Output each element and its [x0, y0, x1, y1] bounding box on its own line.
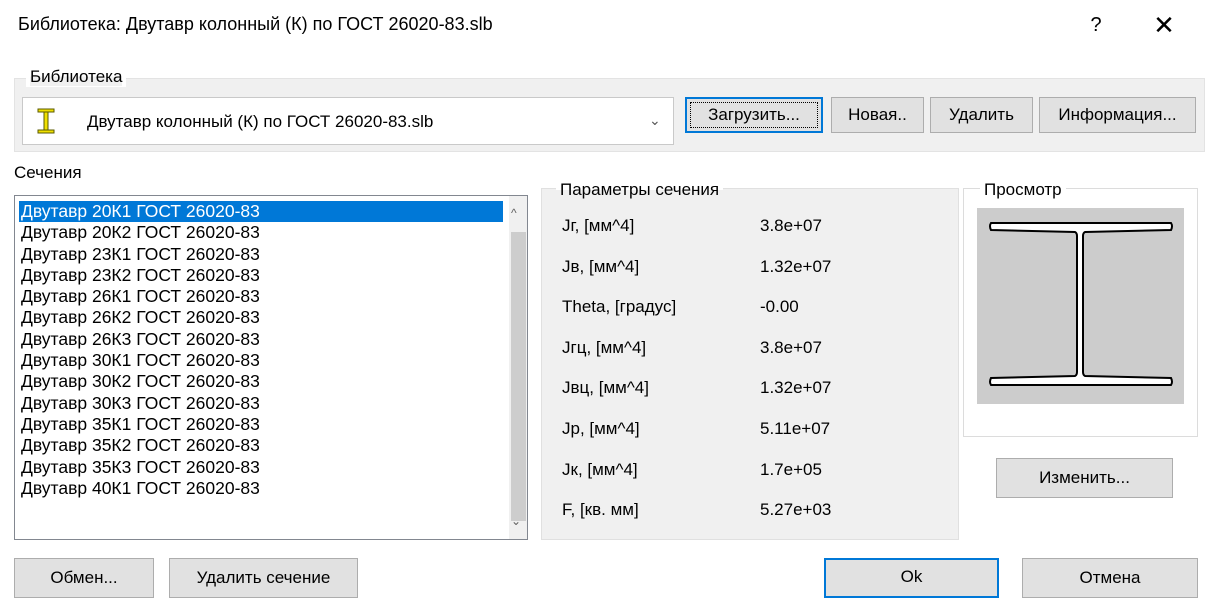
help-button[interactable]: ? [1082, 14, 1110, 37]
param-name: Jвц, [мм^4] [562, 378, 649, 398]
ok-button[interactable]: Ok [824, 558, 999, 598]
param-name: Jв, [мм^4] [562, 256, 640, 276]
param-name: Jр, [мм^4] [562, 419, 640, 438]
list-item[interactable]: Двутавр 30К1 ГОСТ 26020-83 [21, 350, 503, 371]
param-name: Jгц, [мм^4] [562, 337, 647, 357]
new-library-button[interactable]: Новая.. [831, 97, 924, 133]
library-select-value: Двутавр колонный (К) по ГОСТ 26020-83.sl… [87, 112, 434, 131]
list-item[interactable]: Двутавр 20К1 ГОСТ 26020-83 [19, 201, 503, 223]
cancel-button[interactable]: Отмена [1022, 558, 1198, 598]
list-item[interactable]: Двутавр 23К1 ГОСТ 26020-83 [21, 244, 503, 265]
list-item[interactable]: Двутавр 30К3 ГОСТ 26020-83 [21, 393, 503, 414]
sections-label: Сечения [14, 163, 82, 182]
exchange-button[interactable]: Обмен... [14, 558, 154, 598]
param-name: Jг, [мм^4] [562, 216, 635, 235]
sections-list-items: Двутавр 20К1 ГОСТ 26020-83 Двутавр 20К2 Г… [19, 201, 503, 499]
param-name: F, [кв. мм] [562, 500, 639, 520]
delete-section-button[interactable]: Удалить сечение [169, 558, 358, 598]
change-button[interactable]: Изменить... [996, 458, 1173, 498]
list-item[interactable]: Двутавр 20К2 ГОСТ 26020-83 [21, 222, 503, 243]
chevron-down-icon: ⌄ [649, 112, 661, 128]
params-group [541, 188, 959, 540]
list-item[interactable]: Двутавр 35К3 ГОСТ 26020-83 [21, 457, 503, 478]
params-group-label: Параметры сечения [556, 180, 724, 200]
section-preview [977, 208, 1184, 404]
param-value: 3.8e+07 [760, 216, 822, 235]
list-item[interactable]: Двутавр 30К2 ГОСТ 26020-83 [21, 371, 503, 392]
param-value: 1.32e+07 [760, 256, 832, 276]
param-value: -0.00 [760, 297, 799, 317]
param-value: 5.27e+03 [760, 500, 832, 520]
param-value: 1.32e+07 [760, 378, 832, 398]
close-icon: ✕ [1153, 10, 1175, 40]
focus-rect [690, 102, 818, 128]
list-item[interactable]: Двутавр 26К2 ГОСТ 26020-83 [21, 307, 503, 328]
sections-list[interactable]: Двутавр 20К1 ГОСТ 26020-83 Двутавр 20К2 Г… [14, 195, 528, 540]
param-name: Jк, [мм^4] [562, 459, 638, 479]
param-value: 3.8e+07 [760, 337, 822, 357]
scrollbar-thumb[interactable] [511, 232, 526, 521]
list-item[interactable]: Двутавр 26К3 ГОСТ 26020-83 [21, 329, 503, 350]
i-beam-icon [37, 108, 55, 134]
param-name: Theta, [градус] [562, 297, 677, 317]
library-select[interactable]: Двутавр колонный (К) по ГОСТ 26020-83.sl… [22, 97, 674, 145]
load-library-button[interactable]: Загрузить... [685, 97, 823, 133]
scroll-down-icon[interactable]: ⌄ [511, 514, 521, 528]
list-item[interactable]: Двутавр 23К2 ГОСТ 26020-83 [21, 265, 503, 286]
window-title: Библиотека: Двутавр колонный (К) по ГОСТ… [18, 14, 493, 34]
scroll-up-icon[interactable]: ^ [511, 206, 517, 220]
preview-group-label: Просмотр [980, 180, 1066, 200]
close-button[interactable]: ✕ [1150, 10, 1178, 41]
list-item[interactable]: Двутавр 35К2 ГОСТ 26020-83 [21, 435, 503, 456]
list-item[interactable]: Двутавр 35К1 ГОСТ 26020-83 [21, 414, 503, 435]
param-value: 5.11e+07 [760, 419, 831, 438]
delete-library-button[interactable]: Удалить [930, 97, 1033, 133]
library-info-button[interactable]: Информация... [1039, 97, 1196, 133]
library-group-label: Библиотека [26, 67, 127, 87]
list-item[interactable]: Двутавр 26К1 ГОСТ 26020-83 [21, 286, 503, 307]
list-item[interactable]: Двутавр 40К1 ГОСТ 26020-83 [21, 478, 503, 499]
param-value: 1.7e+05 [760, 459, 822, 479]
